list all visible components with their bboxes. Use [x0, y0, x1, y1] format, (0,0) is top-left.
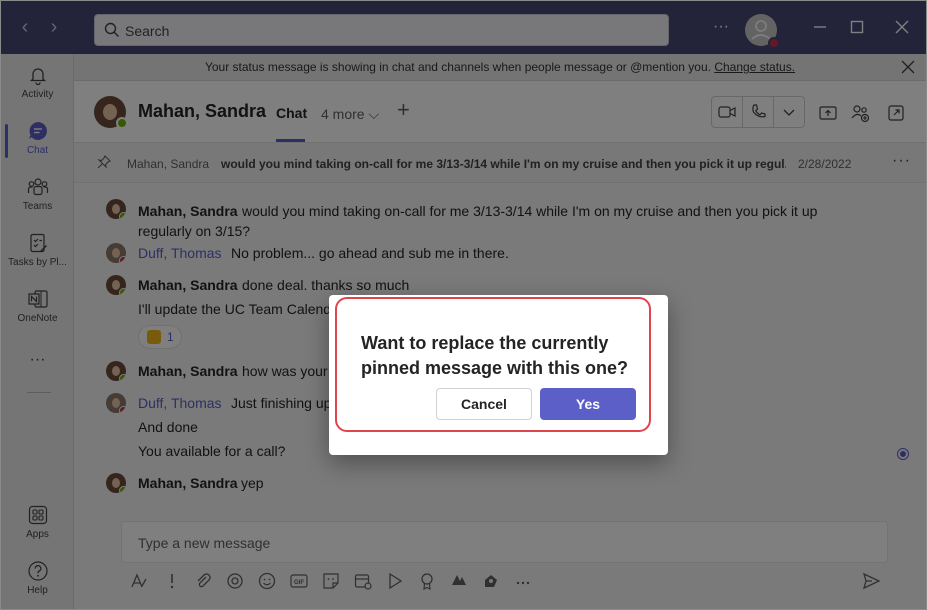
teams-window: ‹ › Search ··· — [0, 0, 927, 610]
annotation-highlight — [335, 297, 651, 432]
